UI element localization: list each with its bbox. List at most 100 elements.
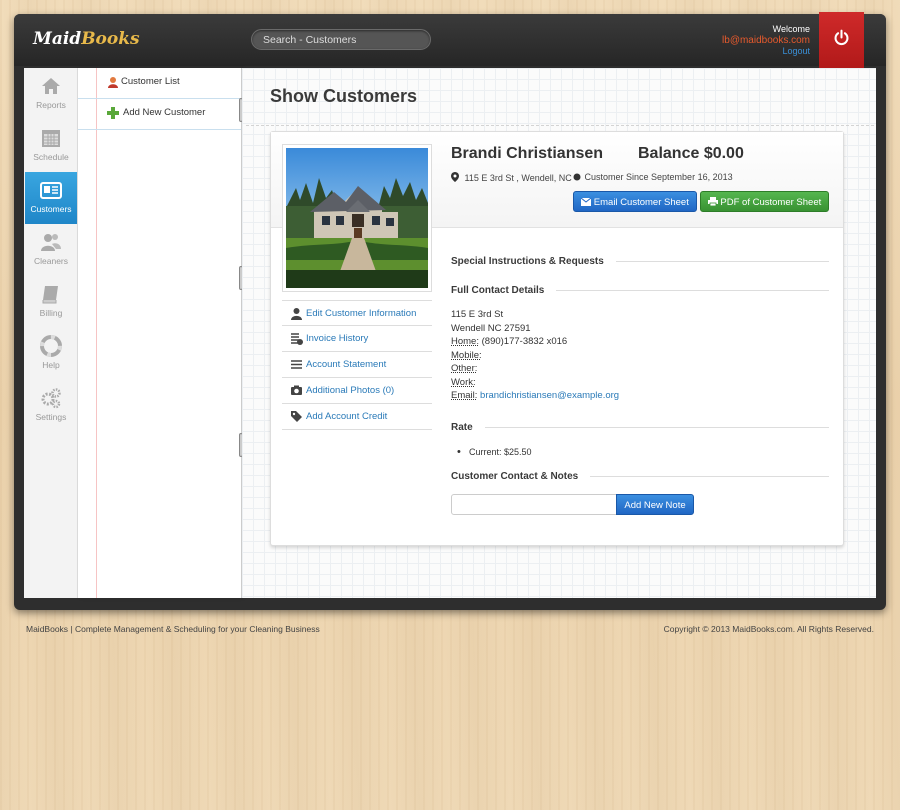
add-new-note-button[interactable]: Add New Note (616, 494, 694, 515)
envelope-icon (580, 197, 592, 206)
nav-label: Billing (39, 308, 63, 318)
contact-email: Email: brandichristiansen@example.org (451, 389, 619, 403)
contact-street: 115 E 3rd St (451, 309, 504, 320)
customer-card: Brandi Christiansen Balance $0.00 115 E … (270, 131, 844, 546)
nav-item-billing[interactable]: Billing (25, 276, 77, 328)
rate-current: Current: $25.50 (457, 446, 531, 458)
divider (590, 476, 829, 477)
contact-work: Work: (451, 376, 619, 390)
email-customer-sheet-button[interactable]: Email Customer Sheet (573, 191, 697, 212)
work-label: Work: (451, 376, 476, 388)
home-label: Home: (451, 336, 479, 347)
power-icon (834, 29, 849, 46)
customer-balance: Balance $0.00 (638, 145, 744, 162)
main-content: Show Customers Brandi Christiansen Balan… (242, 68, 876, 598)
customer-photo-frame[interactable] (282, 144, 432, 292)
map-pin-icon (451, 172, 459, 182)
user-email-link[interactable]: lb@maidbooks.com (722, 35, 810, 46)
contact-other: Other: (451, 362, 619, 376)
search-input[interactable]: Search - Customers (251, 29, 431, 50)
footer-copyright: Copyright © 2013 MaidBooks.com. All Righ… (663, 624, 874, 634)
contact-details: 115 E 3rd St Wendell NC 27591 Home: (890… (451, 308, 619, 403)
gears-icon (41, 388, 61, 409)
section-rate: Rate (451, 422, 829, 433)
customer-since: Customer Since September 16, 2013 (573, 172, 733, 182)
lifebuoy-icon (40, 335, 62, 357)
user-icon (291, 308, 302, 320)
email-label: Email: (451, 390, 478, 401)
section-contact-notes: Customer Contact & Notes (451, 471, 829, 482)
printer-icon (707, 197, 718, 207)
house-image (286, 178, 428, 288)
house-photo (286, 148, 428, 288)
dot-icon (573, 173, 581, 181)
logout-link[interactable]: Logout (722, 46, 810, 57)
home-phone: (890)177-3832 x016 (478, 336, 568, 347)
link-label: Add Account Credit (306, 411, 388, 422)
invoice-history-link[interactable]: Invoice History (282, 326, 432, 352)
sub-nav: Customer List Add New Customer (78, 68, 242, 598)
subnav-label: Add New Customer (123, 107, 206, 118)
logo-text-maid: Maid (33, 29, 82, 49)
customer-since-text: Customer Since September 16, 2013 (584, 172, 733, 182)
footer-tagline: MaidBooks | Complete Management & Schedu… (26, 624, 320, 634)
nav-label: Cleaners (33, 256, 69, 266)
top-bar: MaidBooks Search - Customers Welcome lb@… (14, 12, 886, 86)
nav-item-schedule[interactable]: Schedule (25, 120, 77, 172)
invoice-icon (291, 333, 303, 345)
nav-item-cleaners[interactable]: Cleaners (25, 224, 77, 276)
link-label: Account Statement (306, 359, 387, 370)
subnav-item-customer-list[interactable]: Customer List (78, 68, 241, 99)
app-window: MaidBooks Search - Customers Welcome lb@… (14, 12, 886, 610)
address-line: 115 E 3rd St , Wendell, NC (451, 172, 572, 183)
main-nav: Reports Schedule Customers Cleaners Bill… (24, 68, 78, 598)
nav-item-settings[interactable]: Settings (25, 380, 77, 432)
mobile-label: Mobile: (451, 349, 482, 361)
button-label: Email Customer Sheet (593, 197, 689, 208)
user-welcome: Welcome lb@maidbooks.com Logout (722, 24, 810, 57)
subnav-item-add-customer[interactable]: Add New Customer (78, 99, 241, 130)
section-title: Customer Contact & Notes (451, 471, 579, 482)
edit-customer-link[interactable]: Edit Customer Information (282, 300, 432, 326)
link-label: Additional Photos (0) (306, 385, 395, 396)
plus-icon (107, 107, 119, 119)
additional-photos-link[interactable]: Additional Photos (0) (282, 378, 432, 404)
camera-icon (291, 385, 302, 395)
contact-mobile: Mobile: (451, 349, 619, 363)
tag-icon (291, 411, 302, 422)
customer-name: Brandi Christiansen (451, 145, 604, 162)
link-label: Invoice History (306, 333, 369, 344)
calendar-icon (42, 130, 60, 147)
welcome-text: Welcome (772, 24, 810, 34)
add-account-credit-link[interactable]: Add Account Credit (282, 404, 432, 430)
nav-label: Help (42, 360, 60, 370)
link-label: Edit Customer Information (306, 308, 417, 319)
section-title: Full Contact Details (451, 285, 545, 296)
section-title: Rate (451, 422, 473, 433)
nav-item-help[interactable]: Help (25, 328, 77, 380)
section-special-instructions: Special Instructions & Requests (451, 256, 829, 267)
content-frame: Reports Schedule Customers Cleaners Bill… (24, 68, 876, 598)
email-link[interactable]: brandichristiansen@example.org (480, 390, 619, 401)
address-text: 115 E 3rd St , Wendell, NC (464, 173, 572, 183)
customer-actions-list: Edit Customer Information Invoice Histor… (282, 300, 432, 430)
nav-label: Reports (36, 100, 66, 110)
divider (615, 261, 829, 262)
book-icon (42, 286, 58, 304)
nav-item-reports[interactable]: Reports (25, 68, 77, 120)
page-title: Show Customers (270, 86, 418, 106)
section-title: Special Instructions & Requests (451, 256, 604, 267)
divider (246, 125, 874, 126)
logo-text-books: Books (81, 29, 140, 49)
id-card-icon (40, 182, 62, 199)
pdf-customer-sheet-button[interactable]: PDF of Customer Sheet (700, 191, 829, 212)
person-icon (108, 77, 118, 88)
home-icon (42, 78, 60, 94)
divider (556, 290, 829, 291)
other-label: Other: (451, 363, 478, 374)
account-statement-link[interactable]: Account Statement (282, 352, 432, 378)
note-input[interactable] (451, 494, 617, 515)
logo[interactable]: MaidBooks (33, 29, 140, 49)
nav-item-customers[interactable]: Customers (25, 172, 77, 224)
contact-home: Home: (890)177-3832 x016 (451, 335, 619, 349)
